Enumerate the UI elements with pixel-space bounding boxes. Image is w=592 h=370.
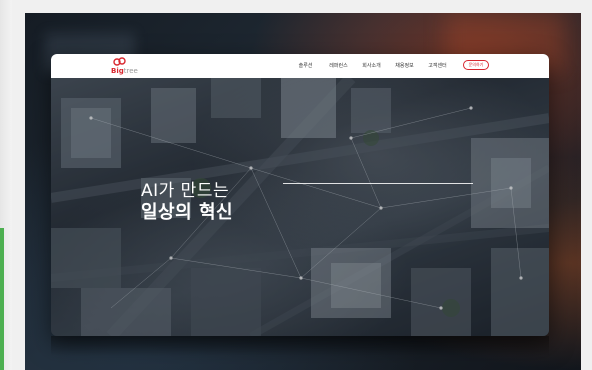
hero-divider-line	[283, 183, 473, 184]
site-header: Bigtree 솔루션 레퍼런스 회사소개 채용정보 고객센터 문의하기	[51, 54, 549, 78]
hero-headline: AI가 만드는 일상의 혁신	[141, 180, 233, 224]
hero-title-line1: AI가 만드는	[141, 181, 230, 201]
menu-item-support[interactable]: 고객센터	[421, 61, 454, 71]
website-preview[interactable]: Bigtree 솔루션 레퍼런스 회사소개 채용정보 고객센터 문의하기 AI가…	[51, 54, 549, 336]
menu-item-reference[interactable]: 레퍼런스	[322, 61, 355, 71]
logo-rest-text: tree	[123, 67, 138, 75]
tree-logo-icon	[113, 57, 126, 66]
hero-section: AI가 만드는 일상의 혁신	[51, 78, 549, 336]
logo-wordmark: Bigtree	[111, 67, 138, 75]
main-menu: 솔루션 레퍼런스 회사소개 채용정보 고객센터	[289, 61, 454, 71]
city-aerial-illustration	[51, 78, 549, 336]
logo-brand-text: Big	[111, 67, 124, 75]
site-logo[interactable]: Bigtree	[111, 57, 151, 75]
menu-item-about[interactable]: 회사소개	[355, 61, 388, 71]
green-accent-bar	[0, 228, 4, 370]
menu-item-solution[interactable]: 솔루션	[289, 61, 322, 71]
contact-button[interactable]: 문의하기	[463, 60, 489, 70]
menu-item-careers[interactable]: 채용정보	[388, 61, 421, 71]
preview-shadow	[51, 336, 549, 356]
hero-title-line2: 일상의 혁신	[141, 202, 234, 223]
